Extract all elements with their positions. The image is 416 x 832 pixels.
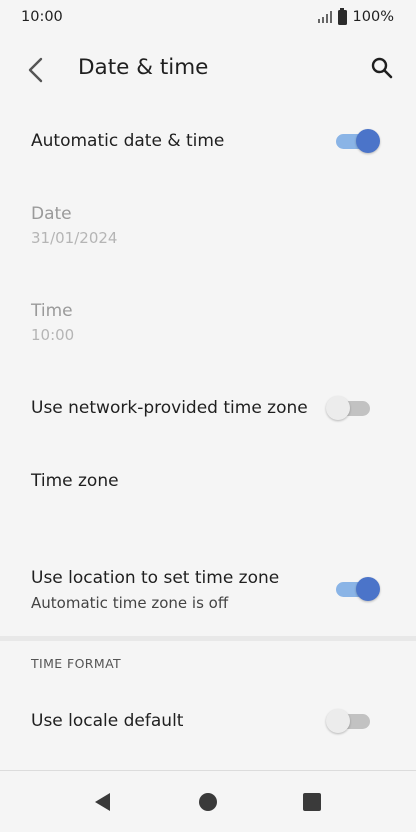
date-row[interactable]: Date 31/01/2024 bbox=[0, 192, 416, 262]
search-button[interactable] bbox=[366, 52, 398, 84]
toggle-thumb bbox=[326, 709, 350, 733]
battery-icon bbox=[337, 7, 347, 25]
location-time-zone-label: Use location to set time zone bbox=[31, 568, 280, 588]
location-time-zone-summary: Automatic time zone is off bbox=[31, 594, 229, 612]
back-button[interactable] bbox=[20, 54, 52, 86]
app-bar: Date & time bbox=[0, 34, 416, 102]
navigation-bar bbox=[0, 770, 416, 832]
date-label: Date bbox=[31, 204, 72, 224]
automatic-date-time-label: Automatic date & time bbox=[31, 131, 225, 151]
circle-home-icon bbox=[199, 793, 217, 811]
triangle-back-icon bbox=[95, 793, 110, 811]
automatic-date-time-toggle[interactable] bbox=[334, 127, 382, 155]
chevron-left-icon bbox=[28, 57, 43, 83]
square-recents-icon bbox=[303, 793, 321, 811]
status-time: 10:00 bbox=[21, 9, 63, 25]
time-zone-row[interactable]: Time zone bbox=[0, 452, 416, 512]
time-row[interactable]: Time 10:00 bbox=[0, 290, 416, 360]
nav-back-button[interactable] bbox=[92, 791, 114, 813]
section-divider bbox=[0, 636, 416, 641]
time-value: 10:00 bbox=[31, 326, 75, 344]
toggle-thumb bbox=[326, 396, 350, 420]
toggle-thumb bbox=[356, 129, 380, 153]
time-format-header: TIME FORMAT bbox=[31, 656, 122, 671]
network-time-zone-row[interactable]: Use network-provided time zone bbox=[0, 378, 416, 438]
status-icons: 100% bbox=[317, 7, 394, 25]
time-label: Time bbox=[31, 301, 73, 321]
location-time-zone-row[interactable]: Use location to set time zone Automatic … bbox=[0, 558, 416, 628]
locale-default-label: Use locale default bbox=[31, 711, 184, 731]
time-zone-label: Time zone bbox=[31, 471, 119, 491]
network-time-zone-label: Use network-provided time zone bbox=[31, 398, 308, 418]
status-bar: 10:00 100% bbox=[0, 0, 416, 34]
date-value: 31/01/2024 bbox=[31, 229, 118, 247]
network-time-zone-toggle[interactable] bbox=[326, 394, 374, 422]
locale-default-row[interactable]: Use locale default bbox=[0, 690, 416, 752]
nav-home-button[interactable] bbox=[197, 791, 219, 813]
search-icon bbox=[371, 57, 393, 79]
location-time-zone-toggle[interactable] bbox=[334, 575, 382, 603]
battery-percentage: 100% bbox=[352, 9, 394, 25]
automatic-date-time-row[interactable]: Automatic date & time bbox=[0, 110, 416, 174]
page-title: Date & time bbox=[78, 55, 209, 80]
toggle-thumb bbox=[356, 577, 380, 601]
locale-default-toggle[interactable] bbox=[326, 707, 374, 735]
signal-icon bbox=[317, 11, 332, 23]
nav-recents-button[interactable] bbox=[301, 791, 323, 813]
